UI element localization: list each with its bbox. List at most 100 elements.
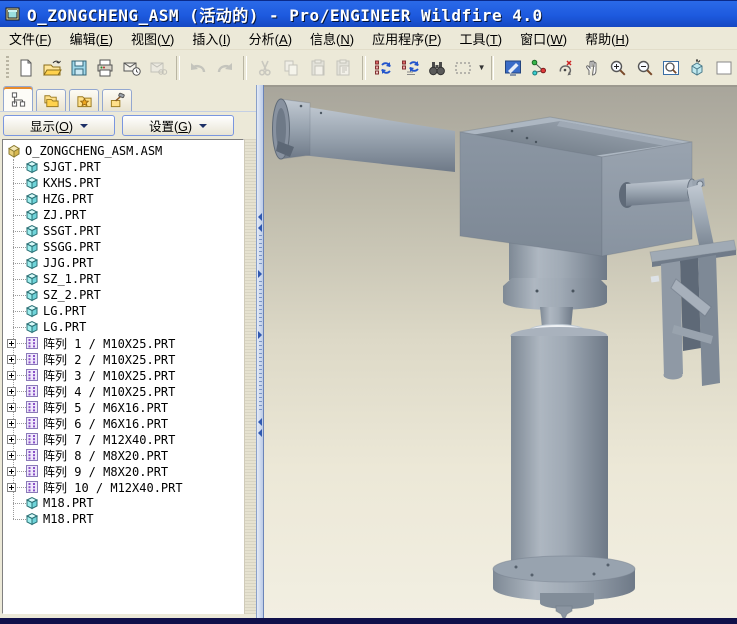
redo-button <box>212 54 236 81</box>
3d-viewport[interactable] <box>264 85 737 618</box>
tree-item[interactable]: 阵列 6 / M6X16.PRT <box>3 415 243 431</box>
tab-favorites[interactable] <box>69 89 99 111</box>
save-icon <box>71 60 87 75</box>
tree-item[interactable]: LG.PRT <box>3 303 243 319</box>
tree-item[interactable]: 阵列 8 / M8X20.PRT <box>3 447 243 463</box>
new-file-button[interactable] <box>14 54 38 81</box>
app-icon[interactable] <box>5 6 21 22</box>
regenerate-icon <box>375 60 392 74</box>
saved-views-button[interactable] <box>685 54 709 81</box>
sash-collapse-icon[interactable] <box>258 429 262 437</box>
menu-item-6[interactable]: 信息(N) <box>301 26 363 51</box>
part-icon <box>25 320 39 334</box>
tree-item[interactable]: SZ_2.PRT <box>3 287 243 303</box>
tree-item[interactable]: 阵列 3 / M10X25.PRT <box>3 367 243 383</box>
tree-item[interactable]: 阵列 9 / M8X20.PRT <box>3 463 243 479</box>
expand-toggle[interactable] <box>7 419 16 428</box>
repaint-icon <box>504 60 521 75</box>
sash-expand-icon[interactable] <box>258 331 262 339</box>
tree-item[interactable]: JJG.PRT <box>3 255 243 271</box>
select-box-icon <box>455 62 471 73</box>
tab-model-tree[interactable] <box>3 86 33 111</box>
tree-item[interactable]: LG.PRT <box>3 319 243 335</box>
repaint-button[interactable] <box>500 54 524 81</box>
tree-item-label: M18.PRT <box>43 496 94 510</box>
expand-toggle[interactable] <box>7 371 16 380</box>
settings-dropdown-button[interactable]: 设置(G) <box>122 115 234 136</box>
send-email-button[interactable] <box>119 54 143 81</box>
expand-toggle[interactable] <box>7 339 16 348</box>
menu-item-2[interactable]: 编辑(E) <box>61 26 122 51</box>
menu-item-1[interactable]: 文件(F) <box>0 26 61 51</box>
spin-center-button[interactable] <box>553 54 577 81</box>
tab-history[interactable] <box>102 89 132 111</box>
menu-item-5[interactable]: 分析(A) <box>240 26 301 51</box>
menu-item-4[interactable]: 插入(I) <box>183 26 239 51</box>
tree-item-label: 阵列 7 / M12X40.PRT <box>43 432 176 447</box>
expand-toggle[interactable] <box>7 467 16 476</box>
cut-button <box>253 54 277 81</box>
tree-root-item[interactable]: O_ZONGCHENG_ASM.ASM <box>3 143 243 159</box>
expand-toggle[interactable] <box>7 435 16 444</box>
navigator-sash[interactable] <box>256 85 264 618</box>
tree-item[interactable]: 阵列 5 / M6X16.PRT <box>3 399 243 415</box>
tree-item[interactable]: 阵列 4 / M10X25.PRT <box>3 383 243 399</box>
tree-item-label: M18.PRT <box>43 512 94 526</box>
display-dropdown-button[interactable]: 显示(O) <box>3 115 115 136</box>
spin-center-icon <box>559 59 572 75</box>
open-file-button[interactable] <box>40 54 64 81</box>
expand-toggle[interactable] <box>7 403 16 412</box>
tree-item[interactable]: M18.PRT <box>3 511 243 527</box>
tree-item[interactable]: 阵列 7 / M12X40.PRT <box>3 431 243 447</box>
save-button[interactable] <box>67 54 91 81</box>
menu-item-3[interactable]: 视图(V) <box>122 26 183 51</box>
print-button[interactable] <box>93 54 117 81</box>
email-link-icon <box>150 62 168 75</box>
regenerate-custom-button[interactable] <box>398 54 422 81</box>
menu-item-10[interactable]: 帮助(H) <box>576 26 638 51</box>
tree-item[interactable]: HZG.PRT <box>3 191 243 207</box>
tree-item[interactable]: ZJ.PRT <box>3 207 243 223</box>
tree-item[interactable]: 阵列 10 / M12X40.PRT <box>3 479 243 495</box>
sash-collapse-icon[interactable] <box>258 418 262 426</box>
tree-item[interactable]: KXHS.PRT <box>3 175 243 191</box>
sash-collapse-icon[interactable] <box>258 213 262 221</box>
expand-toggle[interactable] <box>7 483 16 492</box>
tree-item[interactable]: 阵列 2 / M10X25.PRT <box>3 351 243 367</box>
sash-expand-icon[interactable] <box>258 270 262 278</box>
tree-item-label: O_ZONGCHENG_ASM.ASM <box>25 144 163 158</box>
toolbar-drag-handle[interactable] <box>6 55 9 80</box>
zoom-out-button[interactable] <box>632 54 656 81</box>
expand-toggle[interactable] <box>7 387 16 396</box>
window-title: O_ZONGCHENG_ASM (活动的) - Pro/ENGINEER Wil… <box>27 6 543 25</box>
expand-toggle[interactable] <box>7 355 16 364</box>
sash-collapse-icon[interactable] <box>258 224 262 232</box>
pattern-icon <box>25 336 39 350</box>
tree-item[interactable]: M18.PRT <box>3 495 243 511</box>
new-file-icon <box>20 59 32 76</box>
tab-folder-browser[interactable] <box>36 89 66 111</box>
menu-item-8[interactable]: 工具(T) <box>450 26 511 51</box>
expand-toggle[interactable] <box>7 451 16 460</box>
select-box-button[interactable] <box>451 54 475 81</box>
menu-item-9[interactable]: 窗口(W) <box>511 26 576 51</box>
tree-item[interactable]: SJGT.PRT <box>3 159 243 175</box>
copy-button <box>279 54 303 81</box>
tree-item[interactable]: SSGT.PRT <box>3 223 243 239</box>
tree-item[interactable]: SZ_1.PRT <box>3 271 243 287</box>
select-box-dropdown-arrow[interactable]: ▼ <box>478 63 486 72</box>
copy-icon <box>284 60 298 75</box>
zoom-in-button[interactable] <box>606 54 630 81</box>
open-file-icon <box>43 60 63 75</box>
toolbar-separator <box>242 55 247 80</box>
tree-item[interactable]: 阵列 1 / M10X25.PRT <box>3 335 243 351</box>
menu-item-7[interactable]: 应用程序(P) <box>363 26 450 51</box>
refit-button[interactable] <box>659 54 683 81</box>
pan-button[interactable] <box>580 54 604 81</box>
tree-item[interactable]: SSGG.PRT <box>3 239 243 255</box>
tree-scrollbar[interactable] <box>244 139 256 614</box>
find-button[interactable] <box>425 54 449 81</box>
orient-mode-button[interactable] <box>527 54 551 81</box>
regenerate-button[interactable] <box>372 54 396 81</box>
view-manager-button[interactable] <box>712 54 736 81</box>
